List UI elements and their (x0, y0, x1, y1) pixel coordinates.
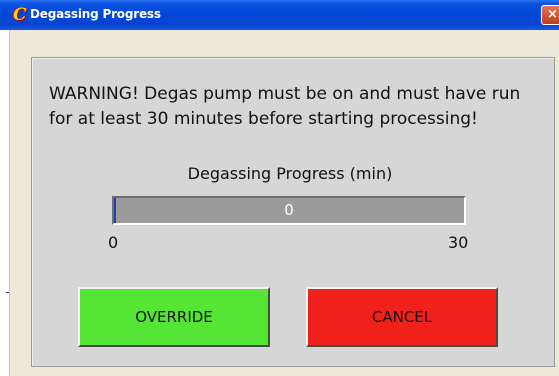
progress-scale-min: 0 (108, 233, 119, 252)
app-icon: C (13, 5, 27, 25)
frame-mark (6, 292, 9, 293)
progress-label: Degassing Progress (min) (187, 164, 393, 183)
progress-value: 0 (284, 201, 294, 219)
title-bar: C Degassing Progress × (0, 0, 559, 30)
close-icon[interactable]: × (541, 5, 559, 25)
warning-message: WARNING! Degas pump must be on and must … (49, 84, 521, 129)
cancel-button[interactable]: CANCEL (306, 287, 498, 347)
progress-bar: 0 (112, 196, 466, 225)
override-button[interactable]: OVERRIDE (78, 287, 270, 347)
progress-scale-max: 30 (448, 233, 469, 252)
window-title: Degassing Progress (30, 7, 161, 21)
